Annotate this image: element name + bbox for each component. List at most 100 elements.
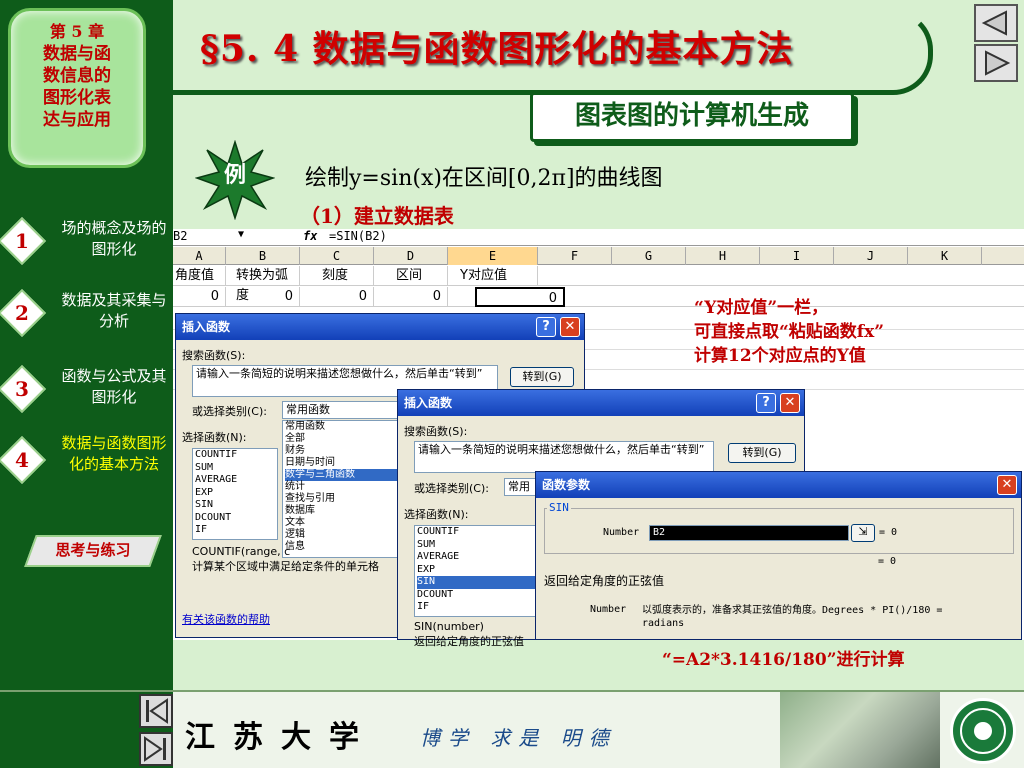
list-item[interactable]: COUNTIF bbox=[195, 449, 277, 462]
page-title: §5. 4 数据与函数图形化的基本方法 bbox=[200, 28, 794, 70]
dialog-title: 函数参数 bbox=[542, 478, 591, 492]
table-cell[interactable]: 刻度 bbox=[300, 266, 374, 286]
item-number-badge: 1 bbox=[0, 216, 47, 266]
list-item[interactable]: 财务 bbox=[285, 445, 401, 457]
list-item[interactable]: SIN bbox=[195, 499, 277, 512]
annotation-line: “Y对应值”一栏， bbox=[694, 298, 829, 318]
list-item[interactable]: IF bbox=[417, 601, 535, 614]
column-header[interactable]: B bbox=[226, 247, 300, 265]
first-slide-button[interactable] bbox=[139, 694, 173, 728]
column-header[interactable]: F bbox=[538, 247, 612, 265]
page-subtitle: 图表图的计算机生成 bbox=[530, 92, 854, 142]
annotation: “Y对应值”一栏， 可直接点取“粘贴函数fx” 计算12个对应点的Y值 bbox=[694, 296, 884, 368]
dialog-titlebar: 插入函数 ? ✕ bbox=[176, 314, 584, 340]
list-item[interactable]: AVERAGE bbox=[195, 474, 277, 487]
close-icon[interactable]: ✕ bbox=[560, 317, 580, 337]
category-select[interactable]: 常用函数 bbox=[282, 401, 402, 419]
list-item[interactable]: 日期与时间 bbox=[285, 457, 401, 469]
argument-desc-label: Number bbox=[590, 604, 627, 615]
function-list[interactable]: COUNTIF SUM AVERAGE EXP SIN DCOUNT IF bbox=[414, 525, 536, 617]
column-header[interactable]: A bbox=[173, 247, 226, 265]
table-cell[interactable]: 0 bbox=[226, 287, 300, 307]
table-cell[interactable]: Y对应值 bbox=[448, 266, 538, 286]
function-name: SIN bbox=[547, 501, 571, 514]
table-cell[interactable]: 0 bbox=[173, 287, 226, 307]
list-item-selected[interactable]: SIN bbox=[417, 576, 535, 589]
table-cell[interactable]: 区间 bbox=[374, 266, 448, 286]
chapter-box[interactable]: 第 5 章 数据与函 数信息的 图形化表 达与应用 bbox=[8, 8, 146, 168]
close-icon[interactable]: ✕ bbox=[997, 475, 1017, 495]
select-function-label: 选择函数(N): bbox=[404, 508, 469, 521]
column-header[interactable]: H bbox=[686, 247, 760, 265]
list-item[interactable]: 文本 bbox=[285, 517, 401, 529]
next-slide-button[interactable] bbox=[974, 44, 1018, 82]
selected-cell[interactable]: 0 bbox=[475, 287, 565, 307]
list-item[interactable]: 数据库 bbox=[285, 505, 401, 517]
list-item[interactable]: SUM bbox=[195, 462, 277, 475]
list-item[interactable]: 逻辑 bbox=[285, 529, 401, 541]
category-label: 或选择类别(C): bbox=[192, 405, 267, 418]
function-arguments-dialog: 函数参数 ✕ SIN Number B2 ⇲ = 0 = 0 返回给定角度的正弦… bbox=[535, 471, 1022, 640]
column-header[interactable]: G bbox=[612, 247, 686, 265]
function-description: 计算某个区域中满足给定条件的单元格 bbox=[192, 560, 379, 573]
prev-slide-button[interactable] bbox=[974, 4, 1018, 42]
sidebar-item-label: 数据及其采集与分析 bbox=[61, 291, 167, 330]
sidebar-item-label: 函数与公式及其图形化 bbox=[61, 367, 167, 406]
chapter-title-line: 数据与函 bbox=[43, 44, 111, 64]
list-item[interactable]: 全部 bbox=[285, 433, 401, 445]
think-practice-button[interactable]: 思考与练习 bbox=[24, 535, 162, 567]
list-item[interactable]: SUM bbox=[417, 539, 535, 552]
list-item[interactable]: 常用函数 bbox=[285, 421, 401, 433]
list-item[interactable]: DCOUNT bbox=[195, 512, 277, 525]
category-label: 或选择类别(C): bbox=[414, 482, 489, 495]
formula-bar: B2 ▼ fx =SIN(B2) bbox=[173, 229, 1024, 246]
sidebar-item-3[interactable]: 3 函数与公式及其图形化 bbox=[0, 364, 173, 426]
argument-input[interactable]: B2 bbox=[649, 525, 849, 541]
help-icon[interactable]: ? bbox=[756, 393, 776, 413]
search-input[interactable]: 请输入一条简短的说明来描述您想做什么，然后单击“转到” bbox=[414, 441, 714, 473]
column-header[interactable]: I bbox=[760, 247, 834, 265]
category-dropdown[interactable]: 常用函数 全部 财务 日期与时间 数学与三角函数 统计 查找与引用 数据库 文本… bbox=[282, 420, 402, 558]
search-label: 搜索函数(S): bbox=[182, 349, 246, 362]
list-item[interactable]: EXP bbox=[195, 487, 277, 500]
list-item[interactable]: COUNTIF bbox=[417, 526, 535, 539]
column-header[interactable]: K bbox=[908, 247, 982, 265]
help-icon[interactable]: ? bbox=[536, 317, 556, 337]
list-item[interactable]: DCOUNT bbox=[417, 589, 535, 602]
collapse-dialog-icon[interactable]: ⇲ bbox=[851, 524, 875, 542]
table-cell[interactable]: 转换为弧度 bbox=[226, 266, 300, 303]
column-header[interactable]: D bbox=[374, 247, 448, 265]
triangle-right-icon bbox=[985, 50, 1011, 76]
sidebar-item-1[interactable]: 1 场的概念及场的图形化 bbox=[0, 216, 173, 278]
help-link[interactable]: 有关该函数的帮助 bbox=[182, 611, 270, 627]
sidebar-item-4[interactable]: 4 数据与函数图形化的基本方法 bbox=[0, 433, 173, 493]
column-header[interactable]: C bbox=[300, 247, 374, 265]
chevron-down-icon[interactable]: ▼ bbox=[238, 229, 244, 240]
list-item[interactable]: IF bbox=[195, 524, 277, 537]
column-header[interactable]: J bbox=[834, 247, 908, 265]
last-slide-button[interactable] bbox=[139, 732, 173, 766]
goto-button[interactable]: 转到(G) bbox=[510, 367, 574, 387]
chapter-title-line: 图形化表 bbox=[43, 88, 111, 108]
formula-result: = 0 bbox=[878, 556, 897, 567]
function-description: 返回给定角度的正弦值 bbox=[544, 574, 665, 588]
list-item[interactable]: AVERAGE bbox=[417, 551, 535, 564]
function-list[interactable]: COUNTIF SUM AVERAGE EXP SIN DCOUNT IF bbox=[192, 448, 278, 540]
column-header[interactable]: E bbox=[448, 247, 538, 265]
table-cell[interactable]: 0 bbox=[300, 287, 374, 307]
dialog-title: 插入函数 bbox=[404, 396, 453, 410]
list-item[interactable]: EXP bbox=[417, 564, 535, 577]
list-item[interactable]: 查找与引用 bbox=[285, 493, 401, 505]
close-icon[interactable]: ✕ bbox=[780, 393, 800, 413]
goto-button[interactable]: 转到(G) bbox=[728, 443, 796, 463]
sidebar-item-2[interactable]: 2 数据及其采集与分析 bbox=[0, 288, 173, 350]
formula-input[interactable]: =SIN(B2) bbox=[329, 229, 387, 243]
fx-icon[interactable]: fx bbox=[303, 229, 317, 243]
name-box[interactable]: B2 bbox=[173, 229, 233, 243]
table-cell[interactable]: 角度值 bbox=[173, 266, 226, 286]
university-logo bbox=[950, 698, 1016, 764]
table-cell[interactable]: 0 bbox=[374, 287, 448, 307]
list-item[interactable]: 信息 bbox=[285, 541, 401, 553]
list-item-selected[interactable]: 数学与三角函数 bbox=[285, 469, 401, 481]
list-item[interactable]: 统计 bbox=[285, 481, 401, 493]
